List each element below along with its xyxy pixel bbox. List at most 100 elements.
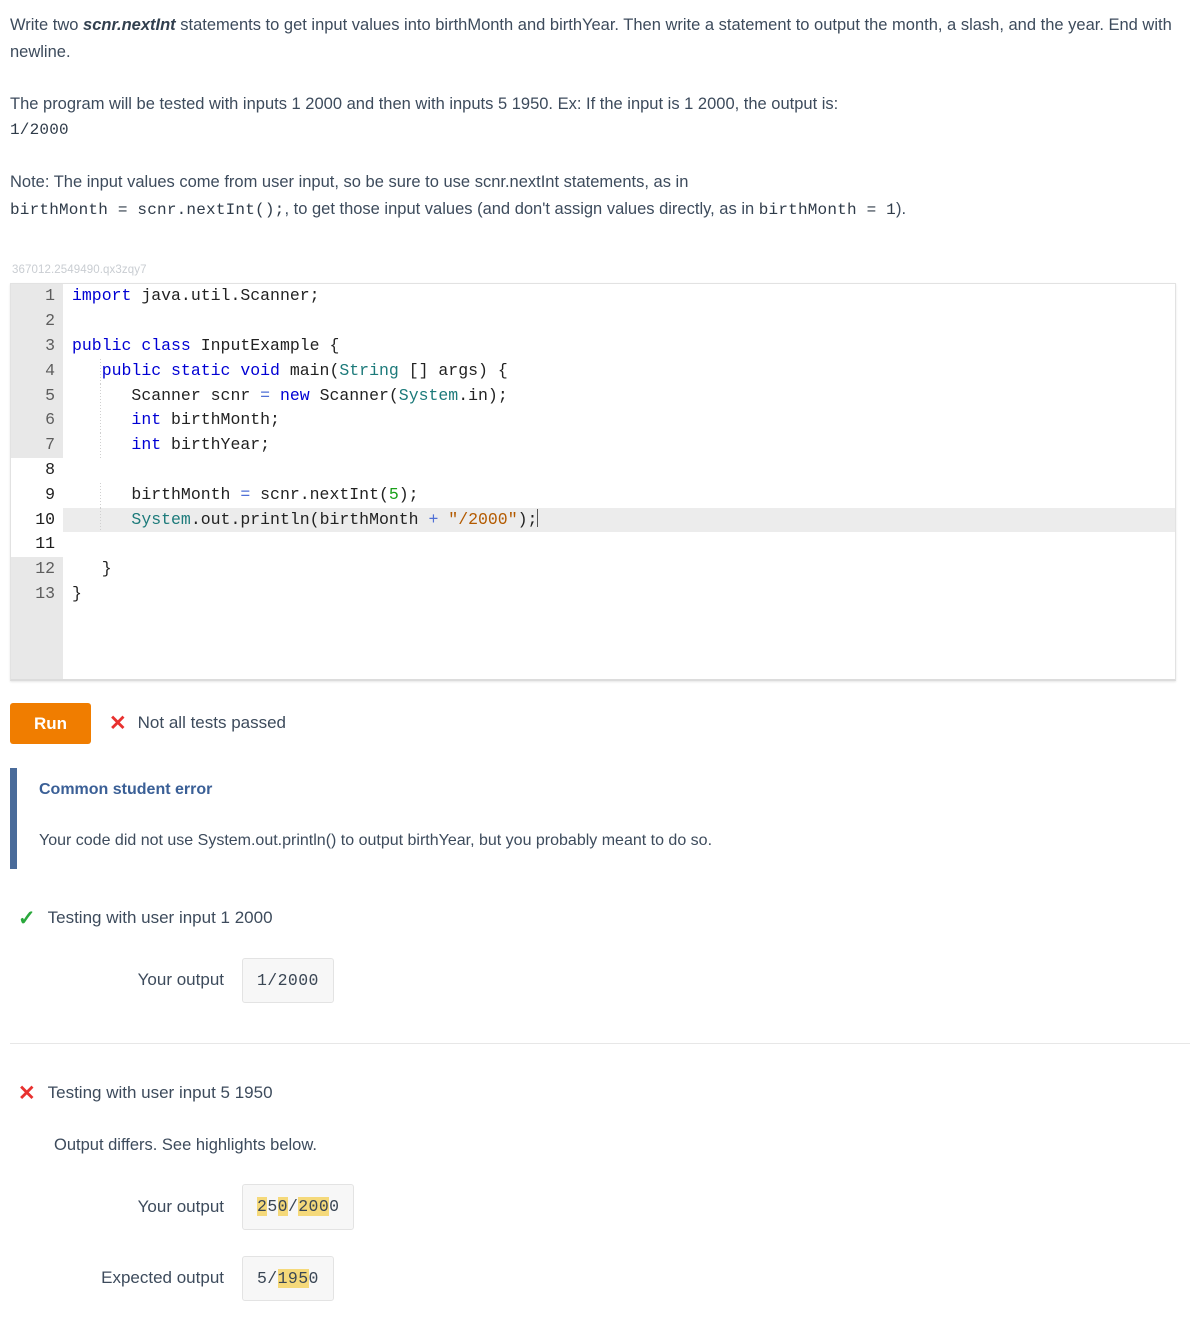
line-content[interactable]: } (63, 557, 1175, 582)
note-code-sample-2: birthMonth = 1 (758, 200, 896, 219)
instruction-emphasis: scnr.nextInt (83, 16, 176, 34)
output-segment-highlight: 195 (277, 1268, 309, 1288)
token-keyword: int (131, 410, 162, 430)
run-toolbar: Run ✕ Not all tests passed (0, 681, 1200, 744)
line-number: 12 (11, 557, 63, 582)
line-number: 1 (11, 284, 63, 310)
problem-statement: Write two scnr.nextInt statements to get… (0, 0, 1200, 224)
code-lines[interactable]: 1 import java.util.Scanner; 2 3 public c… (11, 284, 1175, 607)
code-line[interactable]: 1 import java.util.Scanner; (11, 284, 1175, 310)
line-number: 2 (11, 309, 63, 334)
common-student-error-box: Common student error Your code did not u… (10, 767, 1190, 870)
test-status: ✕ Not all tests passed (109, 710, 286, 736)
token-keyword: new (270, 385, 310, 405)
token-number: 5 (388, 484, 399, 504)
error-box-text: Your code did not use System.out.println… (39, 831, 713, 849)
test-separator (10, 1043, 1190, 1045)
x-icon: ✕ (18, 1081, 36, 1105)
line-content[interactable]: public static void main(String [] args) … (63, 358, 1175, 384)
code-line[interactable]: 13 } (11, 581, 1175, 607)
code-line[interactable]: 3 public class InputExample { (11, 333, 1175, 359)
x-icon: ✕ (109, 711, 127, 735)
check-icon: ✓ (18, 907, 36, 931)
code-line[interactable]: 8 (11, 457, 1175, 483)
run-button[interactable]: Run (10, 702, 92, 744)
token-plain: birthYear; (161, 435, 271, 455)
output-segment: 0 (308, 1268, 319, 1288)
code-line-active[interactable]: 10 System.out.println(birthMonth + "/200… (11, 507, 1175, 533)
token-keyword: import (72, 286, 132, 306)
code-line[interactable]: 7 int birthYear; (11, 433, 1175, 458)
line-content[interactable]: import java.util.Scanner; (63, 284, 1175, 309)
line-content[interactable]: birthMonth = scnr.nextInt(5); (63, 482, 1175, 508)
code-line[interactable]: 9 birthMonth = scnr.nextInt(5); (11, 482, 1175, 508)
line-content[interactable]: Scanner scnr = new Scanner(System.in); (63, 383, 1175, 409)
line-number: 3 (11, 333, 63, 359)
code-editor-section: 367012.2549490.qx3zqy7 1 import java.uti… (0, 250, 1200, 681)
error-box-title: Common student error (39, 780, 213, 798)
token-string: "/2000" (438, 509, 518, 529)
line-number: 8 (11, 457, 63, 483)
token-plain: .in); (458, 385, 508, 405)
line-number: 9 (11, 482, 63, 508)
token-type: System (398, 385, 459, 405)
code-line[interactable]: 6 int birthMonth; (11, 408, 1175, 434)
token-plain: ); (398, 484, 419, 504)
token-plain: java.util.Scanner; (131, 286, 320, 306)
instruction-paragraph: Write two scnr.nextInt statements to get… (10, 12, 1184, 65)
line-content[interactable]: } (63, 582, 1175, 607)
exercise-id-label: 367012.2549490.qx3zqy7 (12, 263, 147, 276)
test-case-header: ✓ Testing with user input 1 2000 (18, 905, 1190, 931)
output-segment: 0 (329, 1197, 340, 1217)
your-output-value: 250/2000 (242, 1184, 355, 1230)
token-keyword: int (131, 435, 162, 455)
example-output: 1/2000 (10, 121, 69, 140)
token-plain: InputExample { (190, 335, 340, 355)
expected-output-value: 5/1950 (242, 1255, 334, 1302)
output-segment: / (287, 1197, 299, 1217)
code-line[interactable]: 2 (11, 309, 1175, 334)
line-number: 6 (11, 408, 63, 434)
gutter-filler (11, 606, 63, 679)
code-line[interactable]: 4 public static void main(String [] args… (11, 358, 1175, 384)
exercise-page: Write two scnr.nextInt statements to get… (0, 0, 1200, 1327)
token-plain: .out.println(birthMonth (190, 509, 429, 529)
line-content[interactable]: int birthMonth; (63, 408, 1175, 433)
token-operator: = (240, 484, 251, 504)
test-case-title: Testing with user input 1 2000 (47, 908, 273, 928)
output-label: Your output (137, 970, 224, 990)
token-operator: = (260, 385, 271, 405)
note-paragraph-line1: Note: The input values come from user in… (10, 172, 689, 191)
code-line[interactable]: 12 } (11, 557, 1175, 582)
output-segment: 5/ (257, 1268, 278, 1288)
line-content[interactable]: public class InputExample { (63, 334, 1175, 359)
diff-note: Output differs. See highlights below. (54, 1135, 317, 1154)
line-content[interactable] (63, 458, 1175, 483)
code-line[interactable]: 5 Scanner scnr = new Scanner(System.in); (11, 383, 1175, 409)
bottom-spacer (10, 1301, 1190, 1327)
output-segment: 1/2000 (257, 970, 319, 990)
token-plain: ); (517, 509, 538, 529)
line-number: 11 (11, 532, 63, 558)
line-content[interactable]: int birthYear; (63, 433, 1175, 458)
output-segment-highlight: 200 (298, 1197, 330, 1217)
your-output-value: 1/2000 (242, 957, 334, 1004)
output-row: Your output 1/2000 (10, 957, 1190, 1004)
line-number: 13 (11, 581, 63, 607)
token-plain: birthMonth (131, 484, 241, 504)
token-plain: scnr.nextInt( (250, 484, 389, 504)
code-line[interactable]: 11 (11, 532, 1175, 558)
line-content[interactable] (63, 309, 1175, 334)
output-segment-highlight: 2 (257, 1197, 268, 1217)
token-plain: Scanner( (309, 385, 399, 405)
line-content[interactable]: System.out.println(birthMonth + "/2000")… (63, 507, 1175, 533)
token-plain: scnr (200, 385, 261, 405)
code-editor[interactable]: 1 import java.util.Scanner; 2 3 public c… (10, 283, 1176, 681)
test-case: ✕ Testing with user input 5 1950 Output … (10, 1080, 1190, 1302)
line-number: 4 (11, 358, 63, 384)
test-case: ✓ Testing with user input 1 2000 Your ou… (10, 905, 1190, 1004)
instruction-pre: Write two (10, 16, 84, 34)
line-content[interactable] (63, 532, 1175, 557)
token-type: String (339, 360, 399, 380)
test-inputs-paragraph: The program will be tested with inputs 1… (10, 95, 839, 114)
